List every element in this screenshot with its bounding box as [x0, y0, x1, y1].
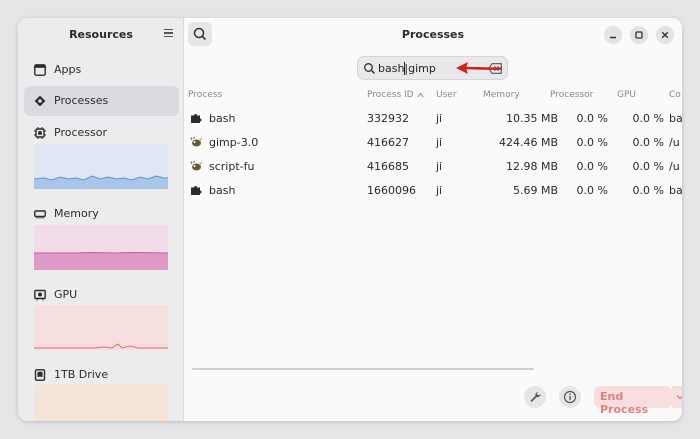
sidebar-item-label: GPU [54, 288, 78, 301]
process-gpu: 0.0 % [632, 112, 664, 125]
drive-icon [34, 369, 46, 381]
sidebar-title: Resources [69, 28, 133, 41]
table-row[interactable]: script-fu 416685 ji 12.98 MB 0.0 % 0.0 %… [184, 154, 682, 178]
sidebar-item-label: 1TB Drive [54, 368, 109, 381]
puzzle-icon [191, 114, 202, 123]
end-process-label: End Process [600, 390, 649, 416]
end-process-options-button[interactable] [672, 386, 682, 408]
search-input-value[interactable]: bash|gimp [378, 62, 436, 75]
gimp-icon [190, 136, 202, 147]
process-options-button[interactable] [524, 386, 546, 408]
memory-graph [34, 225, 168, 270]
process-icon [34, 95, 46, 107]
search-icon [364, 63, 375, 74]
cpu-icon [34, 127, 46, 139]
sidebar-item-processes[interactable]: Processes [24, 86, 179, 116]
end-process-button[interactable]: End Process [594, 386, 673, 416]
sidebar-item-label: Apps [54, 63, 82, 76]
column-header-processor[interactable]: Processor [550, 90, 593, 100]
process-memory: 10.35 MB [505, 112, 558, 125]
process-name: gimp-3.0 [209, 136, 259, 149]
process-name: bash [209, 112, 236, 125]
gimp-icon [190, 160, 202, 171]
process-user: ji [436, 184, 443, 197]
processor-graph [34, 144, 168, 189]
column-header-user[interactable]: User [436, 90, 457, 100]
process-processor: 0.0 % [576, 160, 608, 173]
horizontal-scrollbar[interactable] [192, 368, 534, 370]
process-id: 332932 [367, 112, 409, 125]
process-command: /u [669, 160, 680, 173]
minimize-button[interactable] [604, 26, 622, 44]
ram-icon [34, 210, 46, 219]
table-row[interactable]: bash 332932 ji 10.35 MB 0.0 % 0.0 % ba [184, 106, 682, 130]
process-gpu: 0.0 % [632, 184, 664, 197]
sidebar: Resources Apps Processes Processor Memor… [18, 18, 184, 421]
close-button[interactable] [656, 26, 674, 44]
process-gpu: 0.0 % [632, 160, 664, 173]
process-id: 416685 [367, 160, 409, 173]
column-header-command[interactable]: Co [669, 90, 681, 100]
gpu-icon [34, 289, 46, 301]
window-icon [34, 64, 46, 76]
chevron-down-icon [676, 395, 682, 400]
minimize-icon [610, 36, 616, 39]
column-header-process[interactable]: Process [188, 90, 222, 100]
maximize-icon [635, 31, 643, 39]
column-header-gpu[interactable]: GPU [617, 90, 636, 100]
sidebar-item-label: Processes [54, 94, 109, 107]
sidebar-item-apps[interactable]: Apps [24, 55, 179, 85]
resources-window: Resources Apps Processes Processor Memor… [18, 18, 682, 421]
sidebar-item-label: Processor [54, 126, 107, 139]
process-processor: 0.0 % [576, 136, 608, 149]
process-id: 416627 [367, 136, 409, 149]
process-processor: 0.0 % [576, 112, 608, 125]
sidebar-item-label: Memory [54, 207, 99, 220]
column-header-pid[interactable]: Process ID [367, 90, 414, 100]
menu-button[interactable] [162, 27, 174, 39]
menu-icon [163, 29, 173, 31]
close-icon [661, 31, 669, 39]
process-memory: 12.98 MB [505, 160, 558, 173]
table-row[interactable]: gimp-3.0 416627 ji 424.46 MB 0.0 % 0.0 %… [184, 130, 682, 154]
process-command: ba [669, 184, 682, 197]
process-command: /u [669, 136, 680, 149]
process-info-button[interactable] [559, 386, 581, 408]
table-row[interactable]: bash 1660096 ji 5.69 MB 0.0 % 0.0 % ba [184, 178, 682, 202]
puzzle-icon [191, 186, 202, 195]
process-user: ji [436, 136, 443, 149]
process-name: script-fu [209, 160, 255, 173]
process-id: 1660096 [367, 184, 416, 197]
drive-graph [34, 385, 168, 421]
process-user: ji [436, 160, 443, 173]
process-memory: 5.69 MB [512, 184, 558, 197]
process-command: ba [669, 112, 682, 125]
main-panel: Processes bash|gimp Process Process ID U… [184, 18, 682, 421]
process-gpu: 0.0 % [632, 136, 664, 149]
column-header-memory[interactable]: Memory [483, 90, 520, 100]
process-name: bash [209, 184, 236, 197]
wrench-icon [530, 391, 541, 402]
gpu-graph [34, 305, 168, 350]
process-memory: 424.46 MB [498, 136, 558, 149]
info-icon [563, 390, 577, 404]
sort-ascending-icon[interactable] [417, 92, 424, 98]
maximize-button[interactable] [630, 26, 648, 44]
annotation-arrow-icon [456, 62, 502, 74]
process-processor: 0.0 % [576, 184, 608, 197]
process-user: ji [436, 112, 443, 125]
